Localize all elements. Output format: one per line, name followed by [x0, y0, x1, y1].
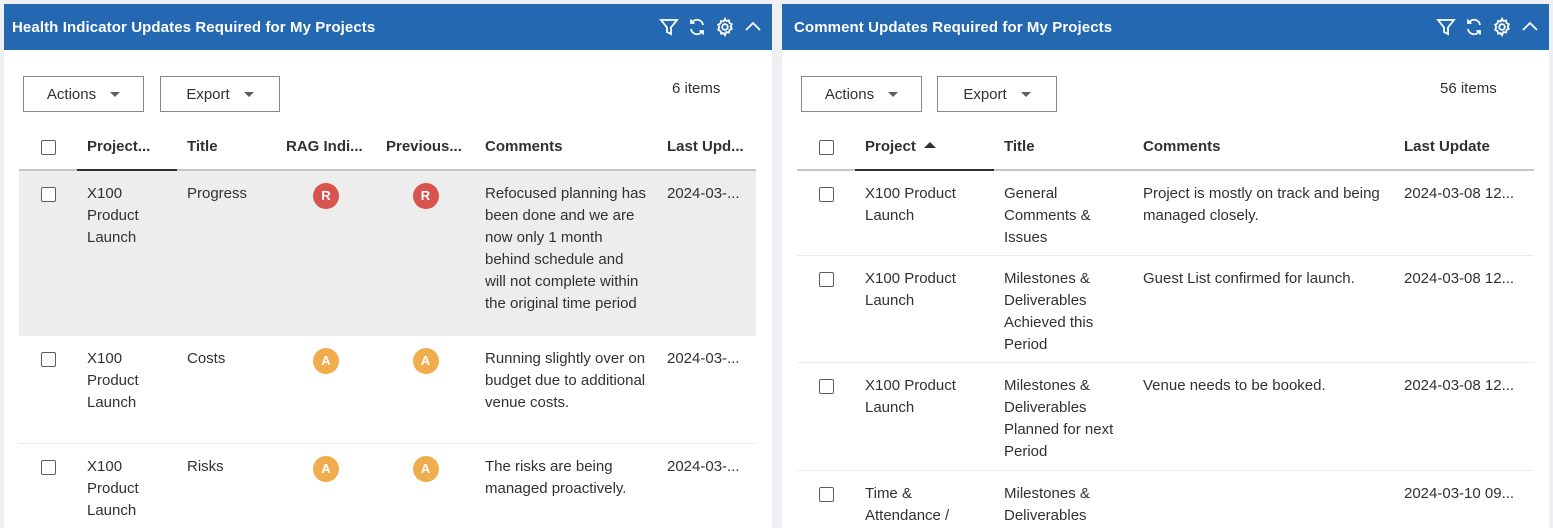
comments-cell: Refocused planning has been done and we …	[475, 170, 657, 336]
panel-header: Health Indicator Updates Required for My…	[4, 4, 772, 50]
rag-badge: A	[313, 347, 339, 374]
project-cell: X100 Product Launch	[77, 443, 177, 528]
title-cell: General Comments & Issues	[994, 170, 1133, 256]
comments-cell: Running slightly over on budget due to a…	[475, 335, 657, 444]
comments-cell: Project is mostly on track and being man…	[1133, 170, 1394, 256]
row-checkbox[interactable]	[818, 271, 834, 287]
caret-down-icon	[243, 91, 254, 97]
chevron-up-icon[interactable]	[742, 16, 764, 38]
last-update-cell: 2024-03-...	[657, 335, 756, 444]
last-update-cell: 2024-03-...	[657, 170, 756, 336]
comments-cell: The risks are being managed proactively.	[475, 443, 657, 528]
toolbar: Actions Export 6 items	[4, 50, 772, 120]
title-cell: Risks	[177, 443, 276, 528]
previous-rag-badge: A	[412, 347, 439, 374]
title-cell: Progress	[177, 170, 276, 336]
actions-button[interactable]: Actions	[801, 76, 922, 112]
column-header-title[interactable]: Title	[994, 124, 1133, 171]
title-cell: Costs	[177, 335, 276, 444]
row-checkbox[interactable]	[818, 187, 834, 202]
previous-rag-badge: R	[412, 183, 439, 209]
comments-text: Refocused planning has been done and we …	[485, 185, 646, 312]
row-checkbox[interactable]	[40, 459, 56, 475]
column-header-project[interactable]: Project	[855, 124, 994, 171]
actions-button[interactable]: Actions	[23, 76, 144, 112]
table-row[interactable]: X100 Product Launch Risks A A The risks …	[19, 443, 756, 528]
comments-cell: Guest List confirmed for launch.	[1133, 255, 1394, 363]
table-row[interactable]: X100 Product Launch Milestones & Deliver…	[797, 362, 1534, 471]
column-header-comments[interactable]: Comments	[1133, 124, 1394, 171]
filter-icon[interactable]	[658, 16, 680, 38]
panel-header: Comment Updates Required for My Projects	[782, 4, 1549, 50]
last-update-cell: 2024-03-08 12...	[1394, 255, 1534, 363]
rag-badge: R	[313, 183, 339, 209]
table-row[interactable]: X100 Product Launch Milestones & Deliver…	[797, 255, 1534, 363]
row-checkbox[interactable]	[818, 486, 834, 502]
table-row[interactable]: Time & Attendance / Milestones & Deliver…	[797, 470, 1534, 528]
comment-updates-table: Project Title Comments Last Update X100 …	[797, 124, 1534, 528]
comment-updates-panel: Comment Updates Required for My Projects…	[782, 4, 1549, 528]
table-row[interactable]: X100 Product Launch Costs A A Running sl…	[19, 335, 756, 444]
column-header-rag[interactable]: RAG Indi...	[276, 124, 376, 171]
sort-ascending-icon	[923, 142, 936, 148]
last-update-cell: 2024-03-08 12...	[1394, 170, 1534, 256]
filter-icon[interactable]	[1435, 16, 1457, 38]
last-update-cell: 2024-03-10 09...	[1394, 470, 1534, 528]
caret-down-icon	[888, 91, 899, 97]
select-all-checkbox-cell	[19, 124, 77, 171]
gear-icon[interactable]	[714, 16, 736, 38]
project-cell: X100 Product Launch	[855, 255, 994, 363]
project-cell: X100 Product Launch	[77, 335, 177, 444]
toolbar: Actions Export 56 items	[782, 50, 1549, 120]
comments-cell: Venue needs to be booked.	[1133, 362, 1394, 471]
title-cell: Milestones & Deliverables Planned for ne…	[994, 362, 1133, 471]
caret-down-icon	[110, 91, 121, 97]
column-header-title[interactable]: Title	[177, 124, 276, 171]
health-indicator-panel: Health Indicator Updates Required for My…	[4, 4, 772, 528]
item-count: 6 items	[672, 80, 721, 97]
select-all-checkbox[interactable]	[818, 139, 834, 155]
last-update-cell: 2024-03-...	[657, 443, 756, 528]
comments-cell	[1133, 470, 1394, 528]
column-header-comments[interactable]: Comments	[475, 124, 657, 171]
column-header-last-update[interactable]: Last Update	[1394, 124, 1534, 171]
health-indicator-table: Project... Title RAG Indi... Previous...…	[19, 124, 756, 528]
title-cell: Milestones & Deliverables	[994, 470, 1133, 528]
export-button[interactable]: Export	[160, 76, 280, 112]
table-row[interactable]: X100 Product Launch Progress R R Refocus…	[19, 170, 756, 336]
table-row[interactable]: X100 Product Launch General Comments & I…	[797, 170, 1534, 256]
item-count: 56 items	[1440, 80, 1497, 97]
export-button[interactable]: Export	[937, 76, 1057, 112]
last-update-cell: 2024-03-08 12...	[1394, 362, 1534, 471]
row-checkbox[interactable]	[818, 378, 834, 394]
project-cell: Time & Attendance /	[855, 470, 994, 528]
refresh-icon[interactable]	[686, 16, 708, 38]
title-cell: Milestones & Deliverables Achieved this …	[994, 255, 1133, 363]
previous-rag-badge: A	[412, 455, 439, 482]
panel-title: Health Indicator Updates Required for My…	[12, 18, 376, 36]
rag-badge: A	[313, 455, 339, 482]
chevron-up-icon[interactable]	[1519, 16, 1541, 38]
project-cell: X100 Product Launch	[855, 362, 994, 471]
select-all-checkbox-cell	[797, 124, 855, 171]
column-header-previous[interactable]: Previous...	[376, 124, 475, 171]
row-checkbox[interactable]	[40, 351, 56, 367]
refresh-icon[interactable]	[1463, 16, 1485, 38]
caret-down-icon	[1020, 91, 1031, 97]
panel-title: Comment Updates Required for My Projects	[794, 18, 1113, 36]
column-header-project[interactable]: Project...	[77, 124, 177, 171]
project-cell: X100 Product Launch	[77, 170, 177, 336]
row-checkbox[interactable]	[40, 187, 56, 202]
gear-icon[interactable]	[1491, 16, 1513, 38]
select-all-checkbox[interactable]	[40, 139, 56, 155]
column-header-last-update[interactable]: Last Upd...	[657, 124, 756, 171]
project-cell: X100 Product Launch	[855, 170, 994, 256]
